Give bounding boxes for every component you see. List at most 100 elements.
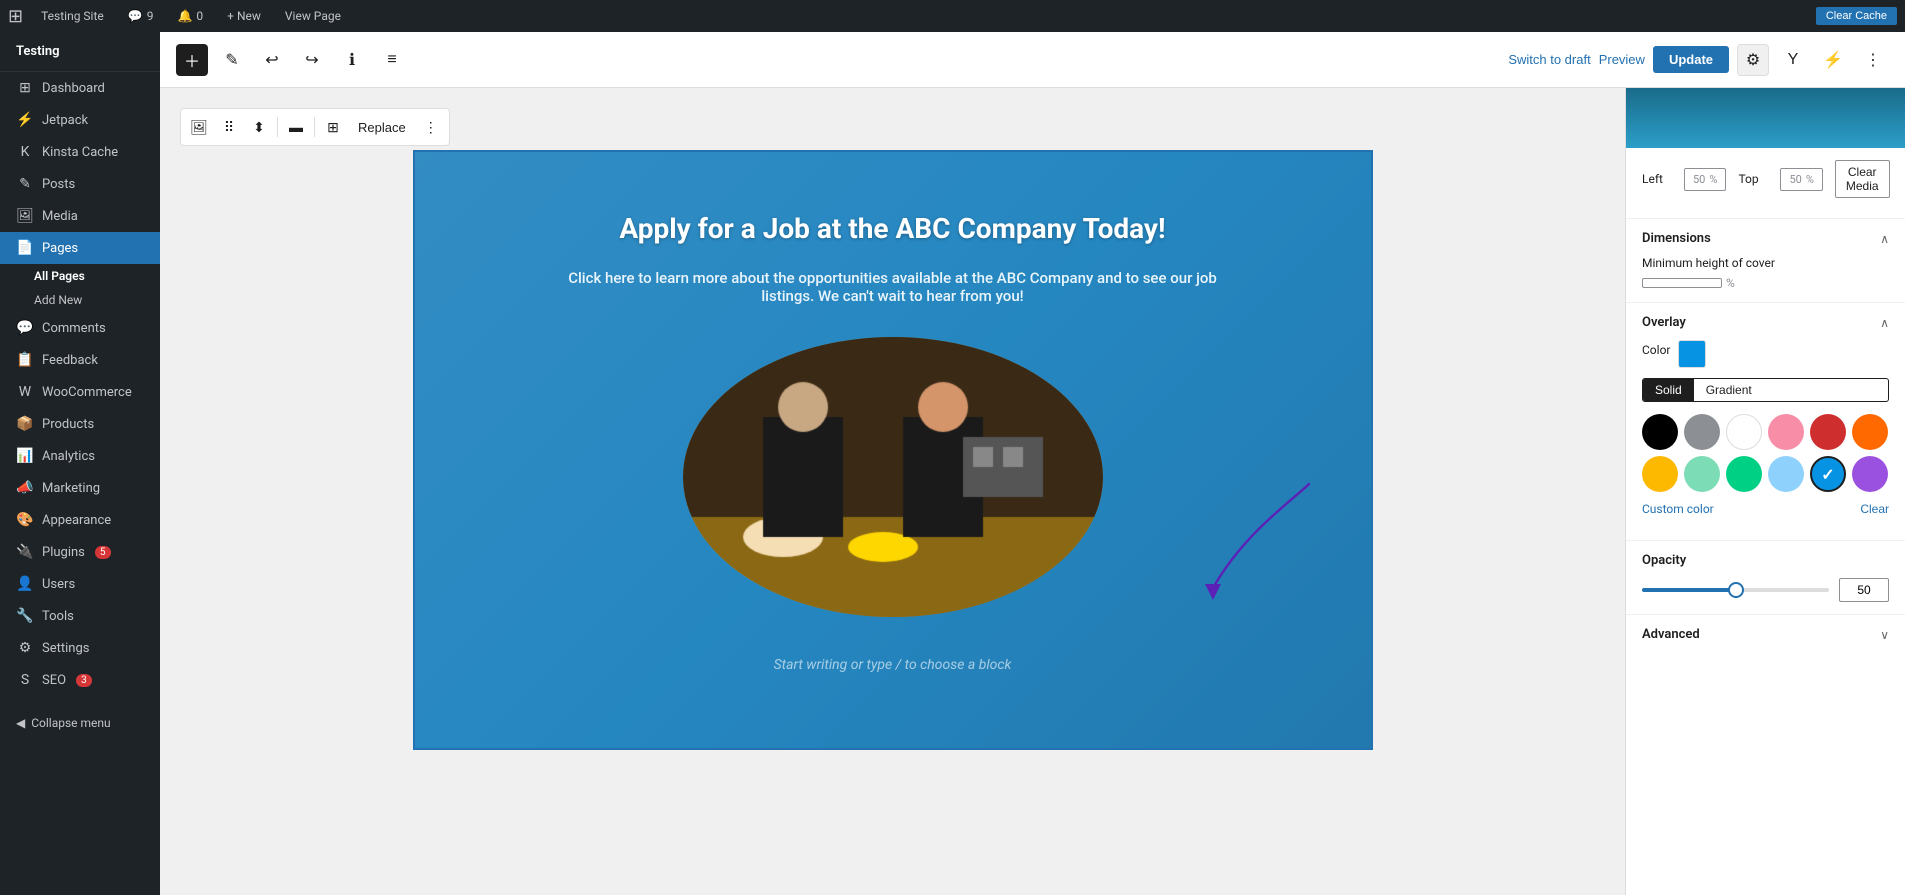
color-grid: ✓ bbox=[1642, 414, 1889, 492]
color-light-green[interactable] bbox=[1684, 456, 1720, 492]
seo-badge: 3 bbox=[76, 674, 92, 687]
collapse-arrow-icon: ◀ bbox=[16, 716, 25, 730]
replace-button[interactable]: Replace bbox=[349, 115, 415, 140]
sidebar-item-kinsta-cache[interactable]: K Kinsta Cache bbox=[0, 136, 160, 168]
seo-icon: S bbox=[16, 672, 34, 688]
sidebar-item-posts[interactable]: ✎ Posts bbox=[0, 168, 160, 200]
info-button[interactable]: ℹ bbox=[336, 44, 368, 76]
sidebar-item-users[interactable]: 👤 Users bbox=[0, 568, 160, 600]
sidebar-item-tools[interactable]: 🔧 Tools bbox=[0, 600, 160, 632]
admin-bar-right: Clear Cache bbox=[1816, 7, 1897, 25]
admin-bar-view-page[interactable]: View Page bbox=[279, 0, 347, 32]
drag-handle[interactable]: ⠿ bbox=[215, 113, 243, 141]
canvas-area[interactable]: 🖼 ⠿ ⬍ ▬ ⊞ Replace ⋮ Apply for a Job at t… bbox=[160, 88, 1625, 895]
custom-color-link[interactable]: Custom color bbox=[1642, 502, 1714, 516]
clear-color-button[interactable]: Clear bbox=[1860, 502, 1889, 516]
admin-bar-site-name[interactable]: Testing Site bbox=[35, 0, 110, 32]
editor-body: 🖼 ⠿ ⬍ ▬ ⊞ Replace ⋮ Apply for a Job at t… bbox=[160, 88, 1905, 895]
sidebar-item-appearance[interactable]: 🎨 Appearance bbox=[0, 504, 160, 536]
overlay-label: Overlay bbox=[1642, 315, 1686, 330]
gradient-tab[interactable]: Gradient bbox=[1694, 379, 1764, 401]
color-yellow[interactable] bbox=[1642, 456, 1678, 492]
cover-placeholder-text[interactable]: Start writing or type / to choose a bloc… bbox=[774, 657, 1012, 673]
performance-button[interactable]: ⚡ bbox=[1817, 44, 1849, 76]
admin-bar-notifications[interactable]: 🔔 0 bbox=[171, 0, 209, 32]
pages-icon: 📄 bbox=[16, 240, 34, 256]
color-black[interactable] bbox=[1642, 414, 1678, 450]
sidebar-item-comments[interactable]: 💬 Comments bbox=[0, 312, 160, 344]
toolbar-right: Switch to draft Preview Update ⚙ Y ⚡ ⋮ bbox=[1508, 44, 1889, 76]
overlay-chevron[interactable]: ∧ bbox=[1880, 316, 1889, 330]
sidebar-item-dashboard[interactable]: ⊞ Dashboard bbox=[0, 72, 160, 104]
min-height-input[interactable] bbox=[1642, 278, 1722, 288]
solid-tab[interactable]: Solid bbox=[1643, 379, 1694, 401]
cover-block[interactable]: Apply for a Job at the ABC Company Today… bbox=[413, 150, 1373, 750]
cover-title[interactable]: Apply for a Job at the ABC Company Today… bbox=[619, 212, 1165, 245]
sidebar-item-jetpack[interactable]: ⚡ Jetpack bbox=[0, 104, 160, 136]
dimensions-chevron[interactable]: ∧ bbox=[1880, 232, 1889, 246]
block-type-button[interactable]: 🖼 bbox=[185, 113, 213, 141]
overlay-title-row: Overlay ∧ bbox=[1642, 315, 1889, 330]
switch-to-draft-button[interactable]: Switch to draft bbox=[1508, 52, 1590, 67]
solid-gradient-tabs: Solid Gradient bbox=[1642, 378, 1889, 402]
more-options-button[interactable]: ⋮ bbox=[417, 113, 445, 141]
move-up-down[interactable]: ⬍ bbox=[245, 113, 273, 141]
opacity-slider[interactable] bbox=[1642, 588, 1829, 592]
redo-button[interactable]: ↪ bbox=[296, 44, 328, 76]
wp-logo-icon[interactable]: ⊞ bbox=[8, 6, 23, 27]
clear-media-button[interactable]: Clear Media bbox=[1835, 160, 1890, 198]
preview-button[interactable]: Preview bbox=[1599, 52, 1645, 67]
top-input[interactable]: 50 % bbox=[1780, 168, 1822, 191]
admin-bar-new[interactable]: + New bbox=[221, 0, 267, 32]
jetpack-icon: ⚡ bbox=[16, 112, 34, 128]
advanced-chevron[interactable]: ∨ bbox=[1880, 628, 1889, 642]
opacity-input[interactable] bbox=[1839, 578, 1889, 602]
sidebar-item-seo[interactable]: S SEO 3 bbox=[0, 664, 160, 696]
sidebar-item-feedback[interactable]: 📋 Feedback bbox=[0, 344, 160, 376]
undo-button[interactable]: ↩ bbox=[256, 44, 288, 76]
sidebar-item-products[interactable]: 📦 Products bbox=[0, 408, 160, 440]
advanced-section[interactable]: Advanced ∨ bbox=[1626, 615, 1905, 654]
edit-mode-button[interactable]: ✎ bbox=[216, 44, 248, 76]
yoast-button[interactable]: Y bbox=[1777, 44, 1809, 76]
overlay-color-row: Color bbox=[1642, 340, 1889, 368]
color-light-blue[interactable] bbox=[1768, 456, 1804, 492]
sidebar-item-settings[interactable]: ⚙ Settings bbox=[0, 632, 160, 664]
list-view-button[interactable]: ≡ bbox=[376, 44, 408, 76]
block-toolbar: 🖼 ⠿ ⬍ ▬ ⊞ Replace ⋮ bbox=[180, 108, 450, 146]
color-gray[interactable] bbox=[1684, 414, 1720, 450]
admin-bar-comments[interactable]: 💬 9 bbox=[122, 0, 160, 32]
cover-subtitle[interactable]: Click here to learn more about the oppor… bbox=[543, 269, 1243, 305]
add-block-button[interactable]: ＋ bbox=[176, 44, 208, 76]
toolbar-separator-2 bbox=[314, 117, 315, 137]
clear-cache-button[interactable]: Clear Cache bbox=[1816, 7, 1897, 25]
color-white[interactable] bbox=[1726, 414, 1762, 450]
color-purple[interactable] bbox=[1852, 456, 1888, 492]
sidebar-item-pages[interactable]: 📄 Pages bbox=[0, 232, 160, 264]
align-button[interactable]: ▬ bbox=[282, 113, 310, 141]
sidebar-item-plugins[interactable]: 🔌 Plugins 5 bbox=[0, 536, 160, 568]
color-green[interactable] bbox=[1726, 456, 1762, 492]
more-tools-button[interactable]: ⋮ bbox=[1857, 44, 1889, 76]
sidebar-item-media[interactable]: 🖼 Media bbox=[0, 200, 160, 232]
kinsta-icon: K bbox=[16, 144, 34, 160]
sidebar-item-analytics[interactable]: 📊 Analytics bbox=[0, 440, 160, 472]
update-button[interactable]: Update bbox=[1653, 46, 1729, 73]
sidebar-item-woocommerce[interactable]: W WooCommerce bbox=[0, 376, 160, 408]
submenu-add-new[interactable]: Add New bbox=[34, 288, 160, 312]
settings-panel-button[interactable]: ⚙ bbox=[1737, 44, 1769, 76]
opacity-handle[interactable] bbox=[1728, 582, 1744, 598]
overlay-color-label: Color bbox=[1642, 343, 1670, 357]
overlay-color-swatch[interactable] bbox=[1678, 340, 1706, 368]
color-blue-selected[interactable]: ✓ bbox=[1810, 456, 1846, 492]
sidebar-item-marketing[interactable]: 📣 Marketing bbox=[0, 472, 160, 504]
arrow-annotation bbox=[1171, 468, 1351, 628]
color-pink[interactable] bbox=[1768, 414, 1804, 450]
collapse-menu[interactable]: ◀ Collapse menu bbox=[0, 704, 160, 742]
color-orange[interactable] bbox=[1852, 414, 1888, 450]
color-red[interactable] bbox=[1810, 414, 1846, 450]
submenu-all-pages[interactable]: All Pages bbox=[34, 264, 160, 288]
sidebar-brand: Testing bbox=[0, 32, 160, 72]
left-input[interactable]: 50 % bbox=[1684, 168, 1726, 191]
fullscreen-toggle[interactable]: ⊞ bbox=[319, 113, 347, 141]
